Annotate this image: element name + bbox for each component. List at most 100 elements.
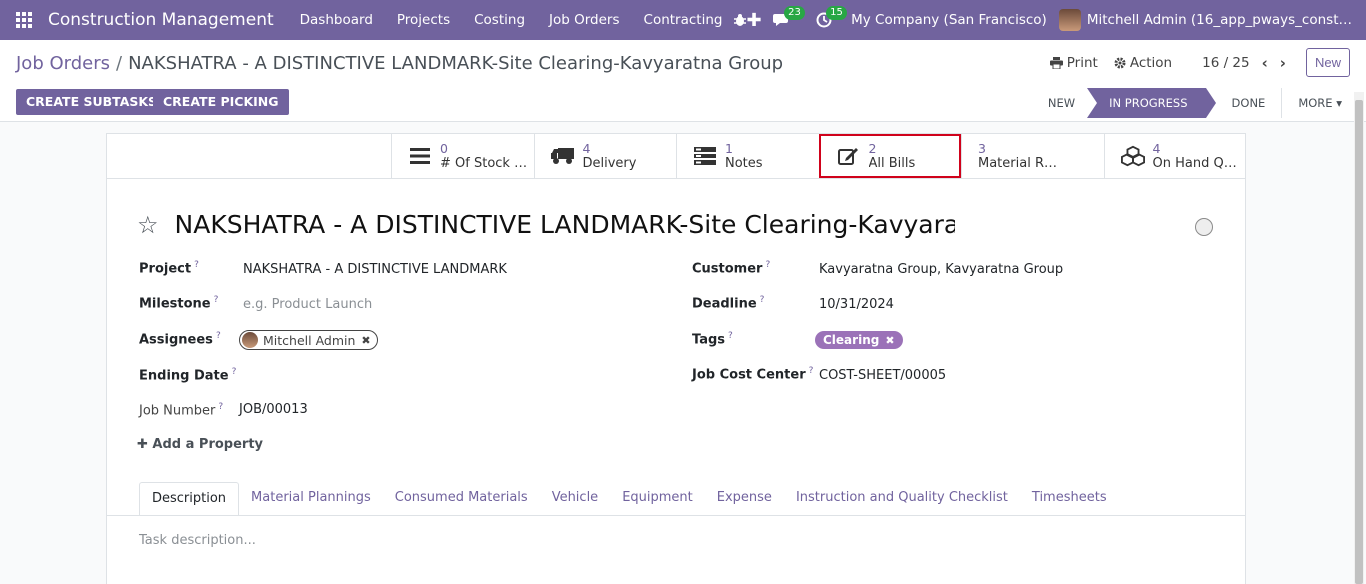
deadline-label: Deadline?	[692, 295, 765, 312]
activity-count-badge: 15	[826, 6, 847, 20]
chat-icon[interactable]: 23	[761, 0, 805, 40]
menu-projects[interactable]: Projects	[385, 12, 462, 28]
title-row: ☆ NAKSHATRA - A DISTINCTIVE LANDMARK-Sit…	[137, 210, 955, 239]
tab-consumed-materials[interactable]: Consumed Materials	[383, 482, 540, 516]
company-switcher[interactable]: My Company (San Francisco)	[845, 12, 1059, 28]
smart-label: Notes	[725, 156, 763, 171]
customer-field[interactable]: Kavyaratna Group, Kavyaratna Group	[819, 262, 1063, 277]
tab-vehicle[interactable]: Vehicle	[540, 482, 611, 516]
avatar	[242, 332, 258, 348]
smart-label: All Bills	[868, 156, 916, 171]
app-menu-icon[interactable]	[0, 0, 48, 40]
tab-material-plannings[interactable]: Material Plannings	[239, 482, 383, 516]
remove-icon[interactable]: ✖	[361, 334, 370, 347]
smart-button-notes[interactable]: 1 Notes	[676, 134, 819, 178]
breadcrumb-current: NAKSHATRA - A DISTINCTIVE LANDMARK-Site …	[128, 53, 784, 74]
smart-count: 3	[978, 141, 986, 156]
stage-new[interactable]: NEW	[1036, 88, 1087, 118]
description-editor[interactable]: Task description...	[139, 533, 256, 548]
smart-count: 4	[1152, 141, 1161, 156]
more-stages-dropdown[interactable]: MORE ▾	[1281, 88, 1350, 118]
tags-field[interactable]: Clearing ✖	[815, 331, 903, 349]
print-icon	[1049, 56, 1063, 69]
breadcrumb: Job Orders / NAKSHATRA - A DISTINCTIVE LAN…	[16, 53, 783, 74]
job-number-label: Job Number?	[139, 402, 224, 419]
more-label: MORE	[1298, 96, 1333, 110]
cost-center-field[interactable]: COST-SHEET/00005	[819, 368, 946, 383]
divider	[107, 515, 1245, 516]
add-property-button[interactable]: ✚ Add a Property	[137, 437, 263, 452]
smart-button-material-requests[interactable]: 3 Material R…	[961, 134, 1104, 178]
project-field[interactable]: NAKSHATRA - A DISTINCTIVE LANDMARK	[243, 262, 507, 277]
ending-date-field[interactable]	[243, 367, 443, 385]
assignees-field[interactable]: Mitchell Admin ✖	[239, 330, 378, 352]
app-brand[interactable]: Construction Management	[48, 10, 274, 30]
smart-count: 2	[868, 141, 877, 156]
ending-date-label: Ending Date?	[139, 367, 237, 384]
smart-label: Material R…	[978, 156, 1057, 171]
tab-timesheets[interactable]: Timesheets	[1020, 482, 1119, 516]
user-avatar	[1058, 9, 1081, 31]
form-sheet: 0 # Of Stock … 4 Delivery 1 Notes 2 All Bill…	[106, 133, 1246, 584]
project-label: Project?	[139, 260, 199, 277]
tab-equipment[interactable]: Equipment	[610, 482, 705, 516]
scrollbar[interactable]	[1354, 92, 1364, 584]
tab-expense[interactable]: Expense	[705, 482, 784, 516]
smart-label: # Of Stock …	[440, 156, 528, 171]
pager-previous-icon[interactable]: ‹	[1262, 54, 1268, 72]
breadcrumb-separator: /	[116, 53, 123, 74]
create-subtasks-button[interactable]: CREATE SUBTASKS	[16, 89, 168, 115]
smart-label: Delivery	[582, 156, 637, 171]
deadline-field[interactable]: 10/31/2024	[819, 297, 894, 312]
smart-count: 1	[725, 141, 733, 156]
print-button[interactable]: Print	[1049, 54, 1098, 71]
edit-icon	[837, 145, 861, 167]
user-menu[interactable]: Mitchell Admin (16_app_pways_const…	[1058, 9, 1366, 31]
smart-buttons: 0 # Of Stock … 4 Delivery 1 Notes 2 All Bill…	[391, 134, 1246, 178]
tag-label: Clearing	[823, 333, 880, 347]
remove-icon[interactable]: ✖	[885, 334, 894, 347]
smart-label: On Hand Q…	[1152, 156, 1237, 171]
menu-costing[interactable]: Costing	[462, 12, 537, 28]
milestone-field[interactable]: e.g. Product Launch	[243, 297, 372, 312]
action-button[interactable]: Action	[1114, 55, 1172, 71]
create-picking-button[interactable]: CREATE PICKING	[153, 89, 289, 115]
pager-next-icon[interactable]: ›	[1280, 54, 1286, 72]
star-icon[interactable]: ☆	[137, 213, 159, 237]
stage-in-progress[interactable]: IN PROGRESS	[1087, 88, 1216, 118]
control-panel: Job Orders / NAKSHATRA - A DISTINCTIVE LAN…	[0, 40, 1366, 122]
breadcrumb-job-orders[interactable]: Job Orders	[16, 53, 110, 74]
assignee-name: Mitchell Admin	[263, 332, 356, 348]
tag-chip[interactable]: Clearing ✖	[815, 331, 903, 349]
action-label: Action	[1129, 54, 1173, 71]
smart-button-delivery[interactable]: 4 Delivery	[533, 134, 677, 178]
menu-job-orders[interactable]: Job Orders	[537, 12, 632, 28]
stage-done[interactable]: DONE	[1206, 88, 1278, 118]
user-name: Mitchell Admin (16_app_pways_const…	[1086, 12, 1352, 28]
smart-button-stock[interactable]: 0 # Of Stock …	[391, 134, 534, 178]
smart-count: 4	[582, 141, 591, 156]
tags-label: Tags?	[692, 331, 733, 348]
activity-clock-icon[interactable]: 15	[803, 0, 847, 40]
truck-icon	[550, 145, 575, 167]
chat-count-badge: 23	[784, 6, 805, 20]
smart-button-all-bills[interactable]: 2 All Bills	[818, 134, 961, 178]
menu-dashboard[interactable]: Dashboard	[288, 12, 385, 28]
pager-value[interactable]: 16 / 25	[1202, 55, 1250, 71]
notebook-tabs: Description Material Plannings Consumed …	[139, 482, 1119, 516]
tab-description[interactable]: Description	[139, 482, 240, 516]
bug-icon[interactable]	[719, 0, 761, 40]
smart-button-on-hand[interactable]: 4 On Hand Q…	[1103, 134, 1247, 178]
record-title[interactable]: NAKSHATRA - A DISTINCTIVE LANDMARK-Site …	[175, 210, 955, 239]
assignee-chip[interactable]: Mitchell Admin ✖	[239, 330, 378, 350]
gear-icon	[1114, 57, 1126, 68]
kanban-state-icon[interactable]	[1195, 218, 1213, 236]
tab-instruction-quality-checklist[interactable]: Instruction and Quality Checklist	[784, 482, 1020, 516]
milestone-label: Milestone?	[139, 295, 219, 312]
notes-icon	[693, 145, 717, 167]
cost-center-label: Job Cost Center?	[692, 366, 814, 383]
customer-label: Customer?	[692, 260, 771, 277]
new-button[interactable]: New	[1305, 48, 1350, 77]
print-label: Print	[1066, 54, 1098, 71]
stage-statusbar: NEW IN PROGRESS DONE MORE ▾	[1036, 88, 1350, 118]
